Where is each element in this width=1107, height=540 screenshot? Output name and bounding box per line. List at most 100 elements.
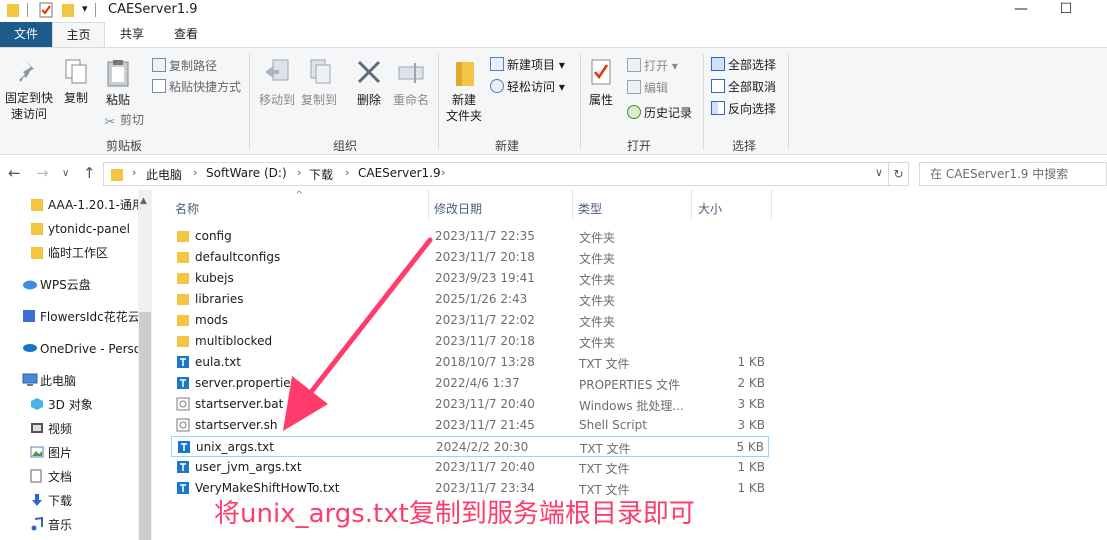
delete-button[interactable]: 删除 [350,58,388,108]
quick-access-dropdown-icon[interactable]: ▾ [82,2,88,15]
properties-label: 属性 [588,93,613,107]
new-group-label: 新建 [495,139,520,153]
nav-item[interactable]: 下载 [0,490,138,512]
file-row[interactable]: config 2023/11/7 22:35 文件夹 [171,226,769,247]
file-row[interactable]: startserver.sh 2023/11/7 21:45 Shell Scrip… [171,415,769,436]
properties-quick-icon[interactable] [38,2,54,18]
nav-item[interactable]: FlowersIdc花花云 [0,306,138,328]
separator [95,3,96,17]
tab-share[interactable]: 共享 [108,22,156,47]
address-bar[interactable]: › 此电脑 › SoftWare (D:) › 下载 › CAEServer1.… [103,162,889,186]
minimize-button[interactable]: — [998,0,1044,20]
nav-item[interactable]: 音乐 [0,514,138,536]
column-divider[interactable] [771,190,772,220]
paste-shortcut-button[interactable]: 粘贴快捷方式 [152,78,241,96]
search-input[interactable] [920,163,1106,185]
nav-item[interactable]: ytonidc-panel [0,218,138,240]
forward-arrow-icon[interactable]: → [36,164,49,182]
organize-group-label: 组织 [333,139,358,153]
open-button[interactable]: 打开 ▾ [627,57,678,75]
file-name: user_jvm_args.txt [195,460,302,474]
nav-scrollbar-thumb[interactable] [139,312,151,540]
column-header-name[interactable]: 名称 [175,200,199,217]
nav-item[interactable]: 文档 [0,466,138,488]
scroll-up-icon[interactable]: ▲ [140,196,147,206]
invert-selection-button[interactable]: 反向选择 [711,100,776,118]
nav-item[interactable]: 3D 对象 [0,394,138,416]
file-row[interactable]: eula.txt 2018/10/7 13:28 TXT 文件 1 KB [171,352,769,373]
breadcrumb-this-pc[interactable]: 此电脑 [146,166,182,183]
paste-button[interactable]: 粘贴 [100,58,136,108]
documents-icon [30,469,42,483]
new-item-button[interactable]: 新建项目 ▾ [490,56,565,74]
script-file-icon [176,418,190,432]
column-divider[interactable] [428,190,429,220]
file-row[interactable]: defaultconfigs 2023/11/7 20:18 文件夹 [171,247,769,268]
breadcrumb-chevron-icon[interactable]: › [441,166,445,179]
new-folder-button[interactable]: 新建 文件夹 [444,58,484,124]
nav-item[interactable]: 临时工作区 [0,242,138,264]
column-header-type[interactable]: 类型 [578,200,602,217]
easy-access-button[interactable]: 轻松访问 ▾ [490,78,565,96]
move-to-button[interactable]: 移动到 [256,58,298,108]
ribbon: 固定到快 速访问 复制 粘贴 复制路径 粘贴快捷方式 ✂ 剪切 剪贴板 移动到 复… [0,47,1107,155]
file-row[interactable]: server.properties 2022/4/6 1:37 PROPERTIES… [171,373,769,394]
up-arrow-icon[interactable]: ↑ [83,164,96,182]
history-label: 历史记录 [644,106,693,120]
edit-button[interactable]: 编辑 [627,79,668,97]
history-button[interactable]: 历史记录 [627,104,692,122]
cut-button[interactable]: ✂ 剪切 [103,111,144,130]
column-header-date[interactable]: 修改日期 [434,200,482,217]
copy-path-button[interactable]: 复制路径 [152,57,217,75]
nav-item[interactable]: OneDrive - Perso [0,338,138,360]
nav-item[interactable]: 图片 [0,442,138,464]
nav-item[interactable]: 此电脑 [0,370,138,392]
address-dropdown-icon[interactable]: ∨ [875,166,883,179]
new-folder-quick-icon[interactable] [61,2,75,18]
breadcrumb-chevron-icon[interactable]: › [132,166,136,179]
file-row[interactable]: mods 2023/11/7 22:02 文件夹 [171,310,769,331]
breadcrumb-drive[interactable]: SoftWare (D:) [206,166,287,180]
tab-home[interactable]: 主页 [52,22,105,47]
file-size: 2 KB [737,376,765,390]
tab-view[interactable]: 查看 [162,22,210,47]
nav-item-label: ytonidc-panel [48,222,130,236]
column-divider[interactable] [691,190,692,220]
nav-item[interactable]: AAA-1.20.1-通用 [0,194,138,216]
breadcrumb-chevron-icon[interactable]: › [345,166,349,179]
file-row[interactable]: unix_args.txt 2024/2/2 20:30 TXT 文件 5 KB [171,436,769,457]
video-icon [30,421,44,435]
file-row[interactable]: startserver.bat 2023/11/7 20:40 Windows 批处… [171,394,769,415]
file-type: 文件夹 [579,252,616,266]
file-row[interactable]: libraries 2025/1/26 2:43 文件夹 [171,289,769,310]
file-row[interactable]: kubejs 2023/9/23 19:41 文件夹 [171,268,769,289]
file-row[interactable]: user_jvm_args.txt 2023/11/7 20:40 TXT 文件 1 … [171,457,769,478]
file-type: 文件夹 [579,231,616,245]
column-divider[interactable] [572,190,573,220]
column-header-size[interactable]: 大小 [698,200,722,217]
breadcrumb-downloads[interactable]: 下载 [309,166,333,183]
rename-button[interactable]: 重命名 [390,58,432,108]
search-box[interactable] [919,162,1107,186]
maximize-button[interactable]: ☐ [1043,0,1089,20]
select-all-button[interactable]: 全部选择 [711,56,776,74]
copy-to-button[interactable]: 复制到 [298,58,340,108]
copy-button[interactable]: 复制 [60,58,92,106]
back-arrow-icon[interactable]: ← [8,164,21,182]
nav-item[interactable]: 视频 [0,418,138,440]
nav-item[interactable]: WPS云盘 [0,274,138,296]
file-name: libraries [195,292,244,306]
open-label: 打开 [644,59,669,73]
pin-quick-access-button[interactable]: 固定到快 速访问 [2,58,56,122]
select-none-button[interactable]: 全部取消 [711,78,776,96]
refresh-icon[interactable]: ↻ [889,162,909,186]
breadcrumb-current[interactable]: CAEServer1.9 [358,166,441,180]
properties-button[interactable]: 属性 [584,58,618,108]
tab-file[interactable]: 文件 [0,22,52,47]
recent-dropdown-icon[interactable]: ∨ [62,168,69,179]
folder-icon [176,334,190,348]
onedrive-icon [22,341,38,353]
breadcrumb-chevron-icon[interactable]: › [193,166,197,179]
file-row[interactable]: multiblocked 2023/11/7 20:18 文件夹 [171,331,769,352]
breadcrumb-chevron-icon[interactable]: › [297,166,301,179]
